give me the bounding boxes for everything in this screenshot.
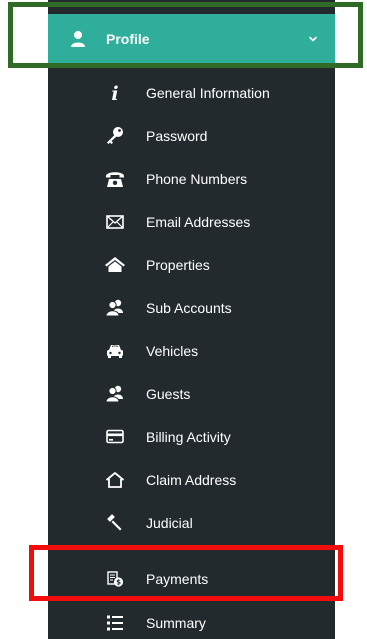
sidebar-item-email-addresses[interactable]: Email Addresses [48, 201, 335, 244]
sidebar-item-general-information[interactable]: i General Information [48, 72, 335, 115]
envelope-icon [104, 212, 126, 232]
sidebar-item-label: General Information [146, 85, 270, 101]
guests-icon [104, 384, 126, 404]
sidebar-item-claim-address[interactable]: Claim Address [48, 459, 335, 502]
sidebar-item-sub-accounts[interactable]: Sub Accounts [48, 287, 335, 330]
sidebar-item-summary[interactable]: Summary [48, 602, 335, 639]
sidebar-item-billing-activity[interactable]: Billing Activity [48, 416, 335, 459]
sidebar-item-label: Payments [146, 571, 209, 587]
sidebar-item-properties[interactable]: Properties [48, 244, 335, 287]
sidebar-item-vehicles[interactable]: Vehicles [48, 330, 335, 373]
key-icon [104, 126, 126, 146]
house-outline-icon [104, 470, 126, 490]
profile-header[interactable]: Profile [48, 14, 335, 64]
users-icon [104, 298, 126, 318]
screenshot-stage: Profile i General Information Password P… [0, 0, 367, 639]
info-icon: i [104, 83, 126, 103]
chevron-down-icon[interactable] [307, 32, 319, 44]
sidebar-item-phone-numbers[interactable]: Phone Numbers [48, 158, 335, 201]
sidebar-item-payments[interactable]: $ Payments [48, 558, 335, 601]
gavel-icon [104, 513, 126, 533]
profile-header-title: Profile [106, 31, 150, 47]
sidebar-item-label: Phone Numbers [146, 171, 248, 187]
user-icon [70, 30, 86, 48]
sidebar-item-password[interactable]: Password [48, 115, 335, 158]
svg-text:$: $ [116, 579, 121, 587]
sidebar-item-label: Properties [146, 257, 210, 273]
house-icon [104, 255, 126, 275]
sidebar-item-guests[interactable]: Guests [48, 373, 335, 416]
sidebar-item-label: Summary [146, 615, 206, 631]
payments-icon: $ [104, 569, 126, 589]
sidebar-item-label: Claim Address [146, 472, 237, 488]
phone-icon [104, 169, 126, 189]
sidebar-item-label: Sub Accounts [146, 300, 232, 316]
svg-text:i: i [111, 83, 118, 103]
sidebar-item-label: Vehicles [146, 343, 199, 359]
sidebar-item-label: Billing Activity [146, 429, 231, 445]
car-icon [104, 341, 126, 361]
sidebar-item-label: Judicial [146, 515, 193, 531]
credit-card-icon [104, 427, 126, 447]
sidebar-item-label: Guests [146, 386, 191, 402]
list-icon [104, 613, 126, 633]
sidebar-item-judicial[interactable]: Judicial [48, 502, 335, 545]
sidebar-item-label: Email Addresses [146, 214, 251, 230]
sidebar-item-label: Password [146, 128, 208, 144]
